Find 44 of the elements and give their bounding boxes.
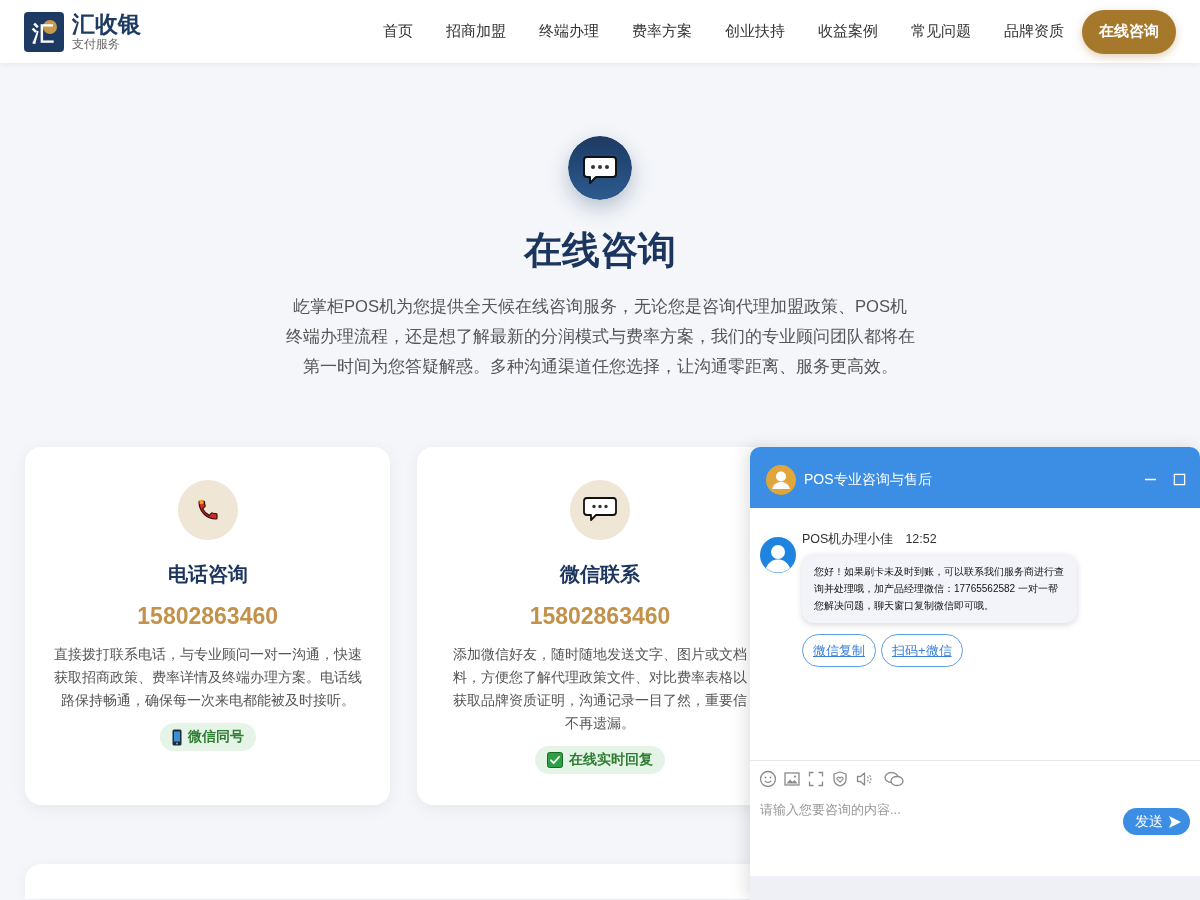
brand-name: 汇收银 [72, 12, 141, 37]
chat-bubbles-icon[interactable] [883, 769, 905, 788]
phone-icon [177, 480, 238, 540]
phone-number: 15802863460 [137, 602, 278, 631]
maximize-icon[interactable] [1173, 473, 1186, 486]
nav-link[interactable]: 招商加盟 [446, 22, 506, 41]
mobile-phone-icon [171, 728, 182, 746]
nav-link[interactable]: 常见问题 [911, 22, 971, 41]
nav-link[interactable]: 终端办理 [539, 22, 599, 41]
chat-title: POS专业咨询与售后 [804, 470, 932, 489]
nav-link[interactable]: 首页 [383, 22, 413, 41]
section-title: 在线咨询 [524, 228, 676, 273]
nav-link[interactable]: 费率方案 [632, 22, 692, 41]
card-title: 微信联系 [560, 562, 640, 587]
quick-action-button[interactable]: 微信复制 [802, 634, 876, 667]
badge-label: 微信同号 [187, 728, 244, 746]
expand-icon[interactable] [807, 769, 825, 788]
chat-bubble-icon [570, 480, 630, 540]
consult-button[interactable]: 在线咨询 [1082, 9, 1176, 54]
card-description: 添加微信好友，随时随地发送文字、图片或文档 料，方便您了解代理政策文件、对比费率表格以 获取品牌资质证明，沟通记录一目了然，重要信 不再遗漏。 [453, 645, 747, 733]
send-icon [1168, 814, 1182, 829]
section-description: 屹掌柜POS机为您提供全天候在线咨询服务，无论您是咨询代理加盟政策、POS机终端办理流程，还是想了解最新的分润模式与费率方案，我们的专业顾问团队都将在第一时间为您答疑解惑。多种沟通渠道任您选择，让沟通零距离、服务更高效。 [285, 296, 915, 378]
chat-bubble-icon [568, 136, 632, 200]
checkbox-icon [547, 752, 563, 768]
card-title: 电话咨询 [167, 562, 248, 587]
person-icon [766, 464, 796, 495]
nav-link[interactable]: 收益案例 [818, 22, 878, 41]
message-time: 12:52 [905, 531, 937, 548]
shield-icon[interactable] [831, 769, 849, 788]
image-icon[interactable] [783, 769, 801, 788]
badge-label: 在线实时回复 [569, 751, 653, 769]
smiley-icon[interactable] [759, 769, 777, 788]
sender-name: POS机办理小佳 [802, 531, 894, 548]
nav-link[interactable]: 创业扶持 [725, 22, 785, 41]
message-input[interactable]: 请输入您要咨询的内容... [750, 796, 1115, 876]
logo-mark: 汇 [24, 11, 64, 52]
quick-action-button[interactable]: 扫码+微信 [881, 634, 963, 667]
avatar-icon [760, 537, 796, 573]
message-bubble: 您好！如果刷卡未及时到账，可以联系我们服务商进行查询并处理哦，加产品经理微信：17765562582 一对一帮您解决问题，聊天窗口复制微信即可哦。 [802, 554, 1077, 623]
speaker-icon[interactable] [855, 769, 873, 788]
phone-number: 15802863460 [529, 602, 671, 631]
nav-link[interactable]: 品牌资质 [1004, 22, 1064, 41]
card-description: 直接拨打联系电话，与专业顾问一对一沟通，快速 获取招商政策、费率详情及终端办理方案。电话线 路保持畅通，确保每一次来电都能被及时接听。 [53, 645, 362, 710]
brand-tagline: 支付服务 [72, 37, 121, 51]
